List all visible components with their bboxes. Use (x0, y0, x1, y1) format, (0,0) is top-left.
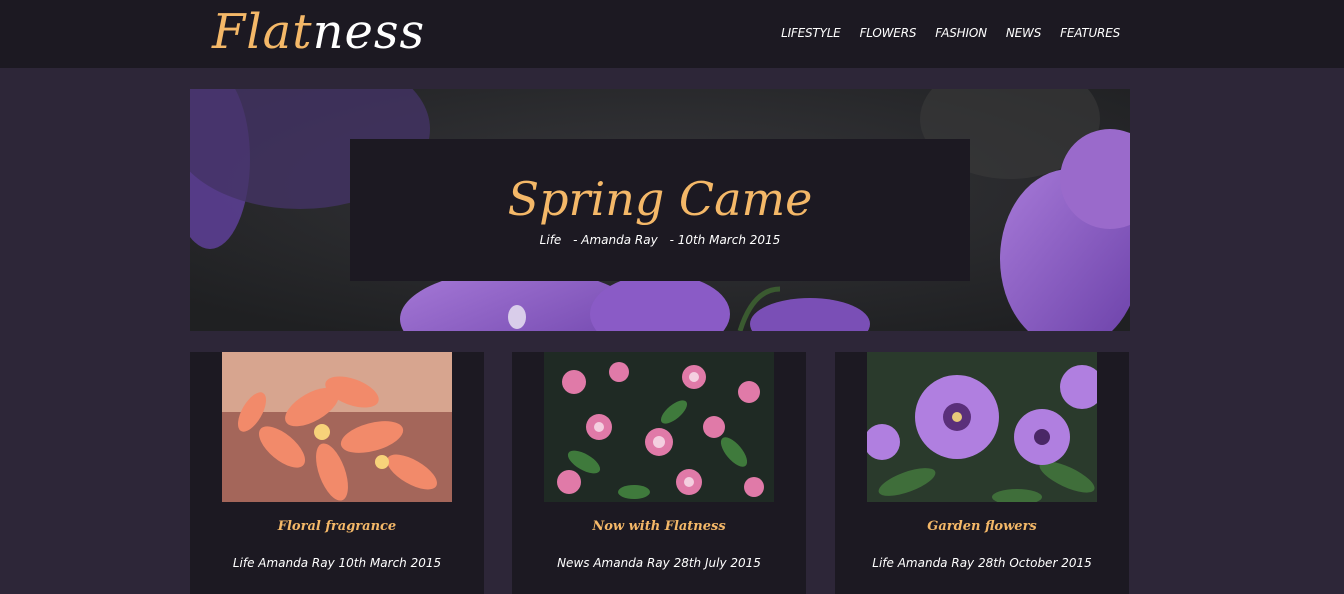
nav-item-news[interactable]: NEWS (1006, 23, 1041, 43)
hero-category[interactable]: Life (540, 233, 562, 247)
nav-item-fashion[interactable]: FASHION (935, 23, 987, 43)
post-card-floral-fragrance[interactable]: Floral fragrance Life Amanda Ray 10th Ma… (190, 352, 484, 594)
post-card-garden-flowers[interactable]: Garden flowers Life Amanda Ray 28th Octo… (835, 352, 1129, 594)
post-title[interactable]: Floral fragrance (190, 518, 484, 536)
post-thumbnail[interactable] (222, 352, 452, 502)
post-meta: Life Amanda Ray 28th October 2015 (872, 556, 1092, 570)
post-thumbnail[interactable] (867, 352, 1097, 502)
post-card-now-with-flatness[interactable]: Now with Flatness News Amanda Ray 28th J… (512, 352, 806, 594)
main-nav: LIFESTYLE FLOWERS FASHION NEWS FEATURES (781, 23, 1120, 43)
site-logo[interactable]: Flatness (212, 2, 425, 62)
hero-banner[interactable]: Spring Came Life - Amanda Ray - 10th Mar… (190, 89, 1130, 331)
post-title[interactable]: Garden flowers (835, 518, 1129, 536)
logo-part-ness: ness (312, 4, 426, 60)
post-title[interactable]: Now with Flatness (512, 518, 806, 536)
hero-caption-box: Spring Came Life - Amanda Ray - 10th Mar… (350, 139, 970, 281)
nav-item-flowers[interactable]: FLOWERS (860, 23, 917, 43)
post-thumbnail[interactable] (544, 352, 774, 502)
hero-meta: Life - Amanda Ray - 10th March 2015 (350, 231, 970, 249)
logo-part-flat: Flat (212, 4, 313, 60)
hero-date: - 10th March 2015 (669, 233, 781, 247)
nav-item-lifestyle[interactable]: LIFESTYLE (781, 23, 841, 43)
nav-item-features[interactable]: FEATURES (1060, 23, 1120, 43)
hero-author[interactable]: - Amanda Ray (573, 233, 658, 247)
post-meta: Life Amanda Ray 10th March 2015 (232, 556, 442, 570)
top-navbar: Flatness LIFESTYLE FLOWERS FASHION NEWS … (0, 0, 1344, 68)
post-meta: News Amanda Ray 28th July 2015 (557, 556, 761, 570)
hero-title[interactable]: Spring Came (350, 169, 970, 229)
